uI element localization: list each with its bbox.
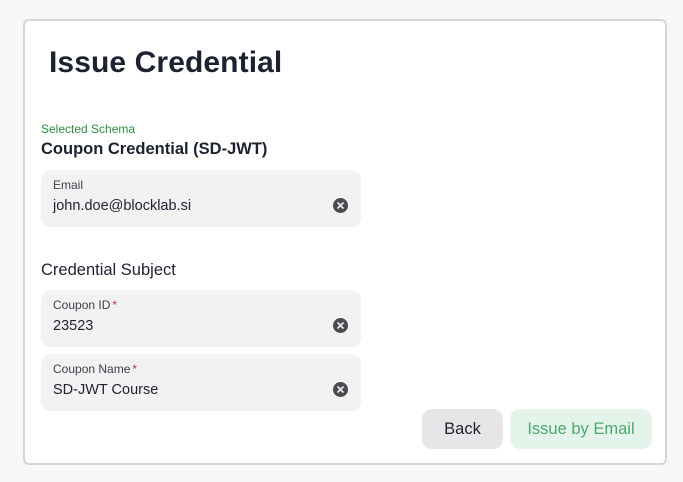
coupon-id-field[interactable]: Coupon ID * 23523 [41,290,361,347]
selected-schema-label: Selected Schema [41,122,136,136]
email-field[interactable]: Email john.doe@blocklab.si [41,170,361,227]
issue-credential-card: Issue Credential Selected Schema Coupon … [23,19,667,465]
clear-icon[interactable] [333,382,348,397]
page-title: Issue Credential [49,46,283,79]
required-marker: * [132,362,138,376]
credential-subject-title: Credential Subject [41,261,176,279]
coupon-name-label: Coupon Name * [53,362,138,376]
email-field-label: Email [53,178,84,192]
coupon-id-label: Coupon ID * [53,298,118,312]
clear-icon[interactable] [333,198,348,213]
required-marker: * [112,298,118,312]
coupon-id-value[interactable]: 23523 [53,318,349,335]
issue-by-email-button[interactable]: Issue by Email [510,409,652,449]
clear-icon[interactable] [333,318,348,333]
email-field-value[interactable]: john.doe@blocklab.si [53,198,349,215]
coupon-name-value[interactable]: SD-JWT Course [53,382,349,399]
selected-schema-name: Coupon Credential (SD-JWT) [41,140,268,158]
back-button[interactable]: Back [422,409,503,449]
coupon-name-field[interactable]: Coupon Name * SD-JWT Course [41,354,361,411]
